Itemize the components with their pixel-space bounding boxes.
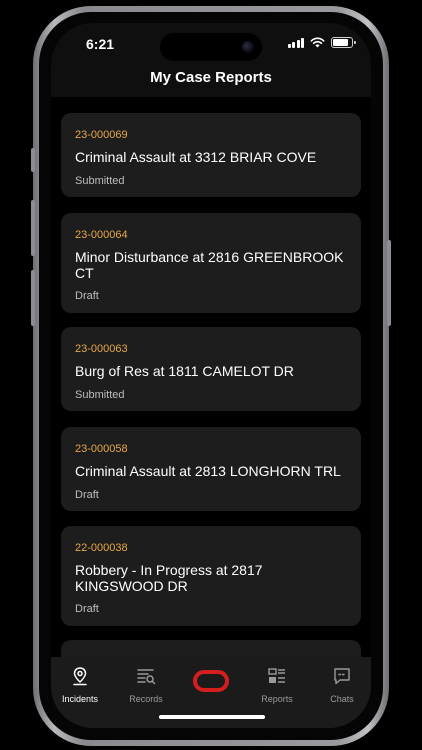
case-report-card[interactable] xyxy=(61,640,361,657)
status-icons xyxy=(287,37,356,48)
wifi-icon xyxy=(310,37,325,48)
case-report-card[interactable]: 23-000069 Criminal Assault at 3312 BRIAR… xyxy=(61,113,361,197)
case-number: 23-000064 xyxy=(75,229,128,241)
battery-icon xyxy=(331,37,356,48)
case-report-card[interactable]: 23-000064 Minor Disturbance at 2816 GREE… xyxy=(61,213,361,313)
status-time: 6:21 xyxy=(86,36,115,52)
reports-grid-icon xyxy=(268,668,285,683)
case-status: Draft xyxy=(75,290,99,302)
dynamic-island xyxy=(160,33,262,61)
tab-label: Reports xyxy=(261,694,293,704)
case-report-card[interactable]: 22-000038 Robbery - In Progress at 2817 … xyxy=(61,526,361,626)
tab-records[interactable]: Records xyxy=(114,657,178,717)
power-button xyxy=(387,240,391,326)
case-report-card[interactable]: 23-000058 Criminal Assault at 2813 LONGH… xyxy=(61,427,361,511)
case-status: Submitted xyxy=(75,174,125,187)
tab-label: Incidents xyxy=(61,694,99,704)
cellular-signal-icon xyxy=(287,37,304,48)
tab-label: Chats xyxy=(330,694,354,704)
case-status: Submitted xyxy=(75,388,125,401)
home-indicator[interactable] xyxy=(159,715,265,719)
case-title: Criminal Assault at 2813 LONGHORN TRL xyxy=(75,463,341,479)
camera-icon xyxy=(242,41,254,53)
status-bar: 6:21 xyxy=(51,23,371,67)
volume-up-button xyxy=(31,200,35,256)
case-report-list[interactable]: 23-000069 Criminal Assault at 3312 BRIAR… xyxy=(51,97,371,657)
screen: 6:21 My Case Reports 23-000069 Criminal … xyxy=(51,23,371,728)
action-button xyxy=(31,148,35,172)
case-report-card[interactable]: 23-000063 Burg of Res at 1811 CAMELOT DR… xyxy=(61,327,361,411)
tab-label: Records xyxy=(129,694,163,704)
case-number: 23-000063 xyxy=(75,343,128,355)
brand-logo-icon[interactable] xyxy=(193,670,229,692)
volume-down-button xyxy=(31,270,35,326)
location-pin-icon xyxy=(73,667,87,686)
case-status: Draft xyxy=(75,488,99,501)
case-title: Robbery - In Progress at 2817 KINGSWOOD … xyxy=(75,562,263,594)
chat-bubble-icon xyxy=(334,668,350,685)
tab-incidents[interactable]: Incidents xyxy=(51,657,112,717)
case-number: 23-000058 xyxy=(75,443,128,455)
case-title: Criminal Assault at 3312 BRIAR COVE xyxy=(75,149,317,165)
records-search-icon xyxy=(137,669,156,685)
page-title: My Case Reports xyxy=(150,69,272,86)
tab-chats[interactable]: Chats xyxy=(310,657,371,717)
case-title: Minor Disturbance at 2816 GREENBROOK CT xyxy=(75,249,344,281)
case-number: 23-000069 xyxy=(75,129,128,141)
tab-reports[interactable]: Reports xyxy=(245,657,309,717)
case-title: Burg of Res at 1811 CAMELOT DR xyxy=(75,363,294,379)
case-status: Draft xyxy=(75,603,99,615)
case-number: 22-000038 xyxy=(75,542,128,554)
